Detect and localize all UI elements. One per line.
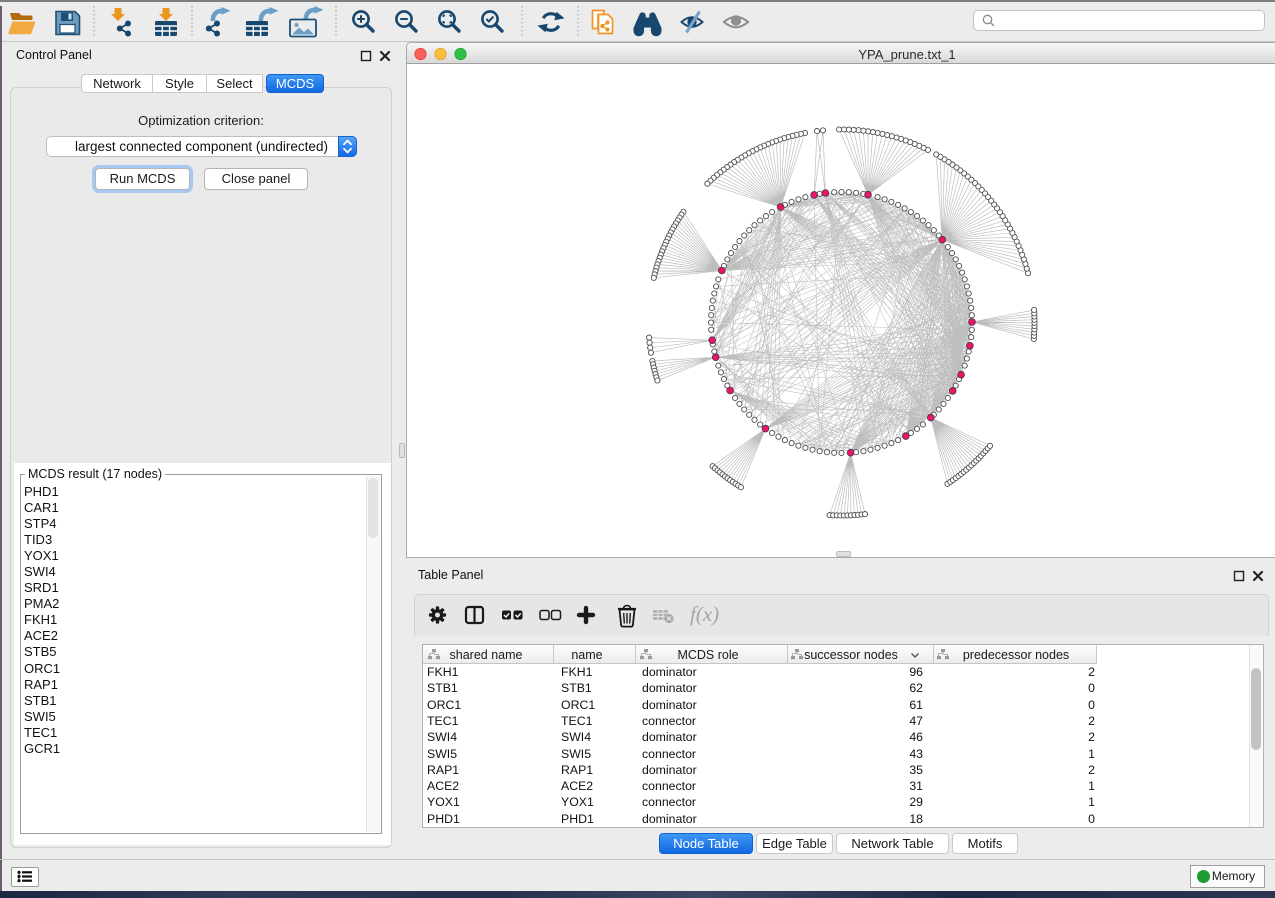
svg-text:f(x): f(x)	[690, 602, 719, 626]
